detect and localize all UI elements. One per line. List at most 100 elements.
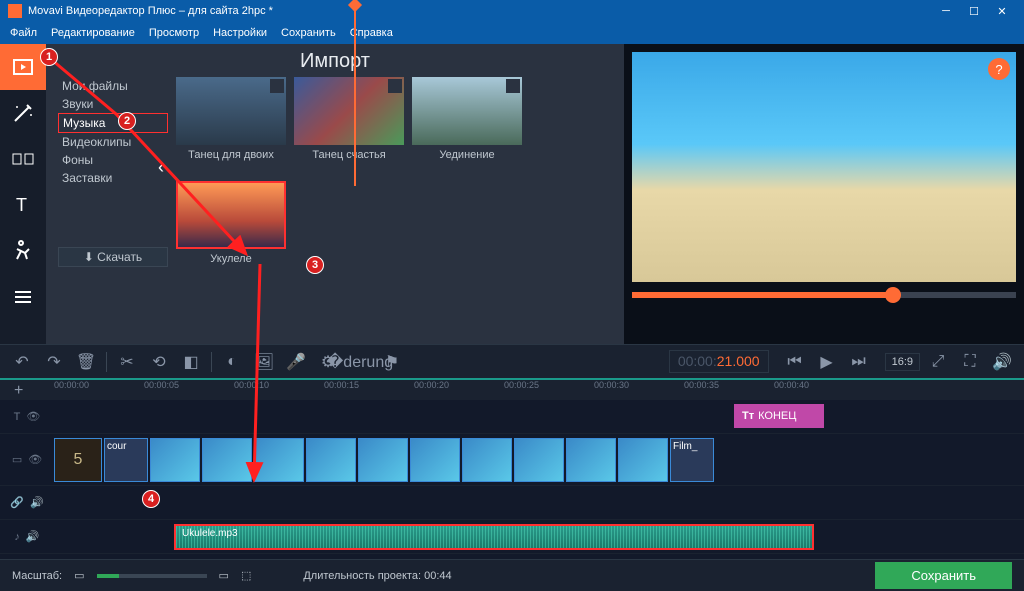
sidebar-stickers-button[interactable] — [0, 228, 46, 274]
video-clip[interactable]: 5 — [54, 438, 102, 482]
link-icon: 🔗 — [10, 496, 24, 509]
zoom-in-button[interactable]: ▭ — [219, 569, 229, 582]
cut-button[interactable]: ✂ — [113, 348, 141, 376]
prev-button[interactable]: ⏮ — [781, 348, 809, 376]
sidebar-filters-button[interactable] — [0, 90, 46, 136]
video-clip[interactable] — [358, 438, 408, 482]
volume-button[interactable]: 🔊 — [988, 348, 1016, 376]
color-button[interactable]: ◐ — [218, 348, 246, 376]
volume-icon[interactable]: 🔊 — [30, 496, 44, 509]
menu-file[interactable]: Файл — [10, 27, 37, 39]
fullscreen-button[interactable]: ⛶ — [956, 348, 984, 376]
video-clip[interactable] — [462, 438, 512, 482]
zoom-out-button[interactable]: ▭ — [74, 569, 84, 582]
video-clips[interactable]: 5 cour Film_ — [54, 438, 714, 482]
sidebar-more-button[interactable] — [0, 274, 46, 320]
close-button[interactable]: ✕ — [988, 3, 1016, 19]
video-clip[interactable] — [410, 438, 460, 482]
popout-button[interactable]: ⤢ — [924, 348, 952, 376]
thumb-dance-for-two[interactable]: Танец для двоих — [176, 77, 286, 163]
annotation-3: 3 — [306, 256, 324, 274]
nav-videoclips[interactable]: Видеоклипы — [58, 133, 168, 151]
video-clip[interactable]: cour — [104, 438, 148, 482]
menu-save[interactable]: Сохранить — [281, 27, 336, 39]
save-button[interactable]: Сохранить — [875, 562, 1012, 589]
minimize-button[interactable]: ─ — [932, 3, 960, 19]
add-track-button[interactable]: + — [14, 382, 23, 400]
nav-intros[interactable]: Заставки — [58, 169, 168, 187]
nav-backgrounds[interactable]: Фоны — [58, 151, 168, 169]
music-track-icon: ♪ — [14, 531, 20, 543]
eye-icon[interactable]: 👁 — [26, 410, 40, 423]
sidebar: T — [0, 44, 46, 344]
play-button[interactable]: ▶ — [813, 348, 841, 376]
video-clip[interactable] — [566, 438, 616, 482]
rotate-button[interactable]: ⟲ — [145, 348, 173, 376]
text-track-icon: T — [14, 411, 21, 423]
mic-button[interactable]: 🎤 — [282, 348, 310, 376]
timeline: + 00:00:00 00:00:05 00:00:10 00:00:15 00… — [0, 380, 1024, 566]
nav-my-files[interactable]: Мои файлы — [58, 77, 168, 95]
toolbar: ↶ ↷ 🗑 ✂ ⟲ ◧ ◐ 🖼 🎤 ⚙ �derung ⚑ 00:00:21.0… — [0, 344, 1024, 380]
menu-settings[interactable]: Настройки — [213, 27, 267, 39]
video-clip[interactable] — [254, 438, 304, 482]
sidebar-transitions-button[interactable] — [0, 136, 46, 182]
delete-button[interactable]: 🗑 — [72, 348, 100, 376]
fit-button[interactable]: ⬚ — [241, 569, 251, 582]
aspect-ratio-button[interactable]: 16:9 — [885, 353, 920, 371]
video-clip[interactable] — [306, 438, 356, 482]
titlebar: Movavi Видеоредактор Плюс – для сайта 2h… — [0, 0, 1024, 22]
menu-help[interactable]: Справка — [350, 27, 393, 39]
preview-video[interactable]: ? — [632, 52, 1016, 282]
nav-sounds[interactable]: Звуки — [58, 95, 168, 113]
import-categories: Мои файлы Звуки Музыка Видеоклипы Фоны З… — [58, 77, 168, 267]
playhead[interactable] — [354, 0, 356, 186]
video-clip[interactable]: Film_ — [670, 438, 714, 482]
thumb-solitude[interactable]: Уединение — [412, 77, 522, 163]
svg-text:T: T — [16, 195, 27, 215]
footer: Масштаб: ▭ ▭ ⬚ Длительность проекта: 00:… — [0, 559, 1024, 591]
image-button[interactable]: 🖼 — [250, 348, 278, 376]
undo-button[interactable]: ↶ — [8, 348, 36, 376]
annotation-4: 4 — [142, 490, 160, 508]
redo-button[interactable]: ↷ — [40, 348, 68, 376]
window-title: Movavi Видеоредактор Плюс – для сайта 2h… — [28, 5, 932, 17]
title-track: T 👁 TтКОНЕЦ — [0, 400, 1024, 434]
next-button[interactable]: ⏭ — [845, 348, 873, 376]
video-track: ▭ 👁 5 cour Film_ — [0, 434, 1024, 486]
volume-icon[interactable]: 🔊 — [26, 530, 40, 543]
video-clip[interactable] — [202, 438, 252, 482]
sidebar-import-button[interactable] — [0, 44, 46, 90]
nav-music[interactable]: Музыка — [58, 113, 168, 133]
crop-button[interactable]: ◧ — [177, 348, 205, 376]
annotation-1: 1 — [40, 48, 58, 66]
preview-seek-bar[interactable] — [632, 292, 1016, 298]
download-icon — [388, 79, 402, 93]
menu-edit[interactable]: Редактирование — [51, 27, 135, 39]
help-button[interactable]: ? — [988, 58, 1010, 80]
video-clip[interactable] — [150, 438, 200, 482]
video-clip[interactable] — [618, 438, 668, 482]
audio-clip[interactable]: Ukulele.mp3 — [174, 524, 814, 550]
thumb-dance-happiness[interactable]: Танец счастья — [294, 77, 404, 163]
maximize-button[interactable]: ☐ — [960, 3, 988, 19]
text-icon: T — [11, 193, 35, 217]
title-clip[interactable]: TтКОНЕЦ — [734, 404, 824, 428]
import-panel: Импорт Мои файлы Звуки Музыка Видеоклипы… — [46, 44, 624, 344]
video-clip[interactable] — [514, 438, 564, 482]
sidebar-titles-button[interactable]: T — [0, 182, 46, 228]
import-title: Импорт — [58, 50, 612, 73]
marker-button[interactable]: ⚑ — [378, 348, 406, 376]
thumb-ukulele[interactable]: Укулеле — [176, 181, 286, 267]
menu-view[interactable]: Просмотр — [149, 27, 199, 39]
list-icon — [11, 285, 35, 309]
thumb-label: Танец для двоих — [176, 149, 286, 161]
eye-icon[interactable]: 👁 — [28, 453, 42, 466]
zoom-slider[interactable] — [97, 574, 207, 578]
equalizer-button[interactable]: �derung — [346, 348, 374, 376]
video-track-icon: ▭ — [12, 453, 22, 466]
seek-knob[interactable] — [885, 287, 901, 303]
download-button[interactable]: ⬇ Скачать — [58, 247, 168, 267]
chevron-left-icon[interactable]: ‹ — [158, 157, 164, 178]
time-ruler[interactable]: + 00:00:00 00:00:05 00:00:10 00:00:15 00… — [0, 380, 1024, 400]
